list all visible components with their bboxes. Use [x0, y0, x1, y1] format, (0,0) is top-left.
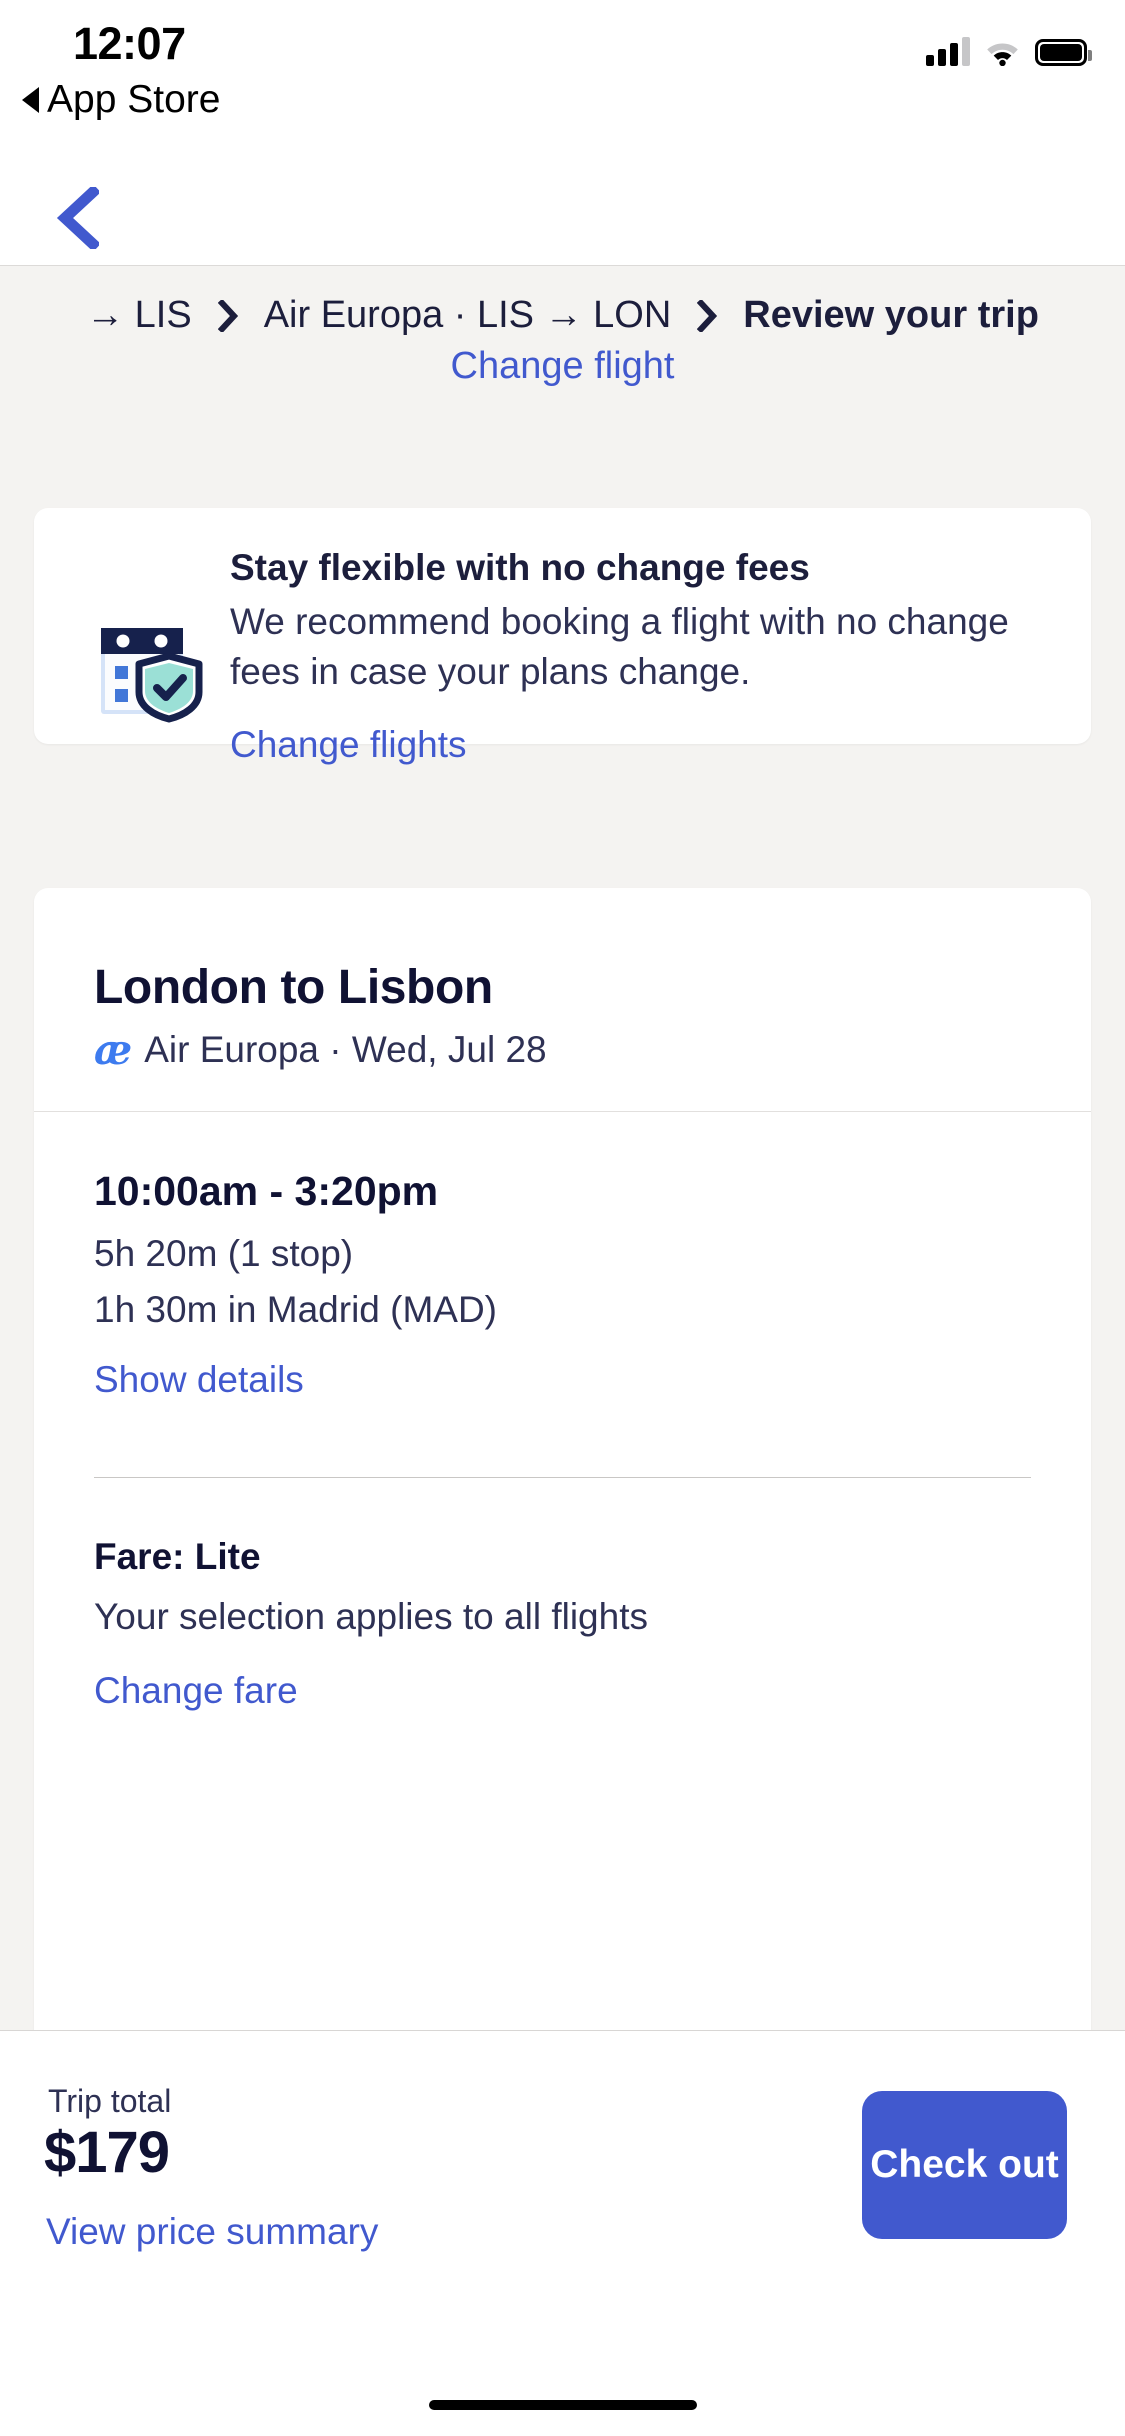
status-bar: 12:07 App Store: [0, 0, 1125, 170]
chevron-left-icon: [55, 186, 99, 249]
flight-times: 10:00am - 3:20pm: [94, 1168, 439, 1214]
chevron-right-icon: [217, 299, 238, 332]
back-triangle-icon: [22, 87, 39, 113]
flight-airline-date: Air Europa · Wed, Jul 28: [144, 1029, 547, 1070]
chevron-right-icon: [697, 299, 718, 332]
back-button[interactable]: [22, 170, 132, 265]
trip-total-price: $179: [44, 2120, 170, 2185]
breadcrumb: → LIS Air Europa · LIS → LON Review your…: [0, 294, 1125, 388]
return-app-label: App Store: [47, 78, 221, 121]
change-flight-link[interactable]: Change flight: [22, 345, 1103, 388]
no-change-fees-title: Stay flexible with no change fees: [230, 547, 810, 588]
return-to-app-button[interactable]: App Store: [22, 78, 220, 122]
checkout-button[interactable]: Check out: [862, 2091, 1067, 2239]
fare-section: Fare: Lite Your selection applies to all…: [34, 1478, 1091, 1712]
flight-itinerary: 10:00am - 3:20pm 5h 20m (1 stop) 1h 30m …: [34, 1112, 1091, 1401]
home-indicator: [428, 2400, 697, 2410]
status-bar-time: 12:07: [73, 18, 186, 69]
flight-layover: 1h 30m in Madrid (MAD): [94, 1289, 498, 1330]
breadcrumb-item-flight[interactable]: Air Europa · LIS → LON: [264, 294, 672, 337]
wifi-icon: [984, 37, 1021, 67]
fare-note: Your selection applies to all flights: [94, 1596, 648, 1637]
calendar-shield-icon: [95, 618, 207, 723]
no-change-fees-description: We recommend booking a flight with no ch…: [230, 601, 1009, 692]
nav-bar: [0, 170, 1125, 265]
checkout-bar: Trip total $179 View price summary Check…: [0, 2030, 1125, 2436]
air-europa-logo: æ: [94, 1025, 132, 1074]
change-fare-link[interactable]: Change fare: [94, 1670, 1031, 1712]
flight-route-title: London to Lisbon: [94, 961, 493, 1014]
breadcrumb-item-review: Review your trip: [743, 294, 1039, 336]
flight-airline-row: æ Air Europa · Wed, Jul 28: [94, 1029, 1031, 1071]
battery-icon: [1035, 39, 1092, 66]
breadcrumb-item-origin[interactable]: → LIS: [86, 294, 192, 337]
cellular-signal-icon: [926, 36, 970, 66]
show-details-link[interactable]: Show details: [94, 1359, 1031, 1401]
flight-summary-card: London to Lisbon æ Air Europa · Wed, Jul…: [34, 888, 1091, 2031]
trip-total-label: Trip total: [48, 2083, 172, 2119]
status-bar-indicators: [926, 36, 1092, 67]
view-price-summary-link[interactable]: View price summary: [46, 2211, 378, 2253]
no-change-fees-card: Stay flexible with no change fees We rec…: [34, 508, 1091, 765]
no-change-fees-content: Stay flexible with no change fees We rec…: [230, 544, 1055, 766]
fare-title: Fare: Lite: [94, 1536, 261, 1577]
flight-duration: 5h 20m (1 stop): [94, 1233, 354, 1274]
flight-card-header: London to Lisbon æ Air Europa · Wed, Jul…: [34, 888, 1091, 1112]
breadcrumb-bar: → LIS Air Europa · LIS → LON Review your…: [0, 265, 1125, 445]
phone-screen: 12:07 App Store → LIS Air Europa · LIS →…: [0, 0, 1125, 2436]
change-flights-link[interactable]: Change flights: [230, 724, 1055, 766]
